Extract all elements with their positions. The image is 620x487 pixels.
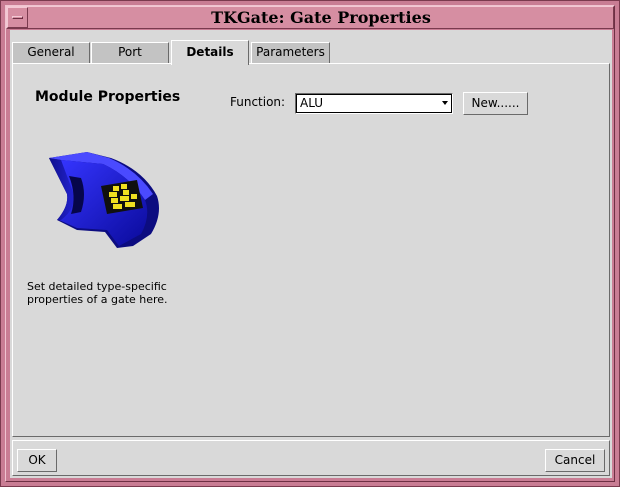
dialog-window: TKGate: Gate Properties General Port Det…: [0, 0, 620, 487]
button-bar: OK Cancel: [12, 440, 610, 476]
tab-details[interactable]: Details: [171, 40, 249, 65]
dialog-content: General Port Details Parameters Module P…: [10, 30, 612, 478]
details-description: Set detailed type-specific properties of…: [27, 280, 168, 306]
window-menu-button[interactable]: [7, 7, 28, 28]
alu-gate-icon: [49, 152, 159, 248]
tab-general[interactable]: General: [12, 42, 90, 63]
section-title: Module Properties: [35, 89, 181, 105]
new-function-button[interactable]: New......: [463, 92, 528, 115]
window-title: TKGate: Gate Properties: [211, 8, 431, 27]
cancel-button[interactable]: Cancel: [545, 449, 605, 472]
tab-port[interactable]: Port: [91, 42, 169, 63]
tab-parameters[interactable]: Parameters: [251, 42, 330, 63]
function-value: ALU: [300, 96, 324, 110]
ok-button[interactable]: OK: [17, 449, 57, 472]
dropdown-arrow-icon[interactable]: [442, 101, 448, 105]
function-select[interactable]: ALU: [295, 93, 453, 114]
details-panel: Module Properties Set detailed type-spec…: [12, 63, 610, 437]
window-menu-icon: [12, 16, 23, 19]
function-label: Function:: [230, 95, 286, 109]
title-bar[interactable]: TKGate: Gate Properties: [6, 6, 614, 29]
